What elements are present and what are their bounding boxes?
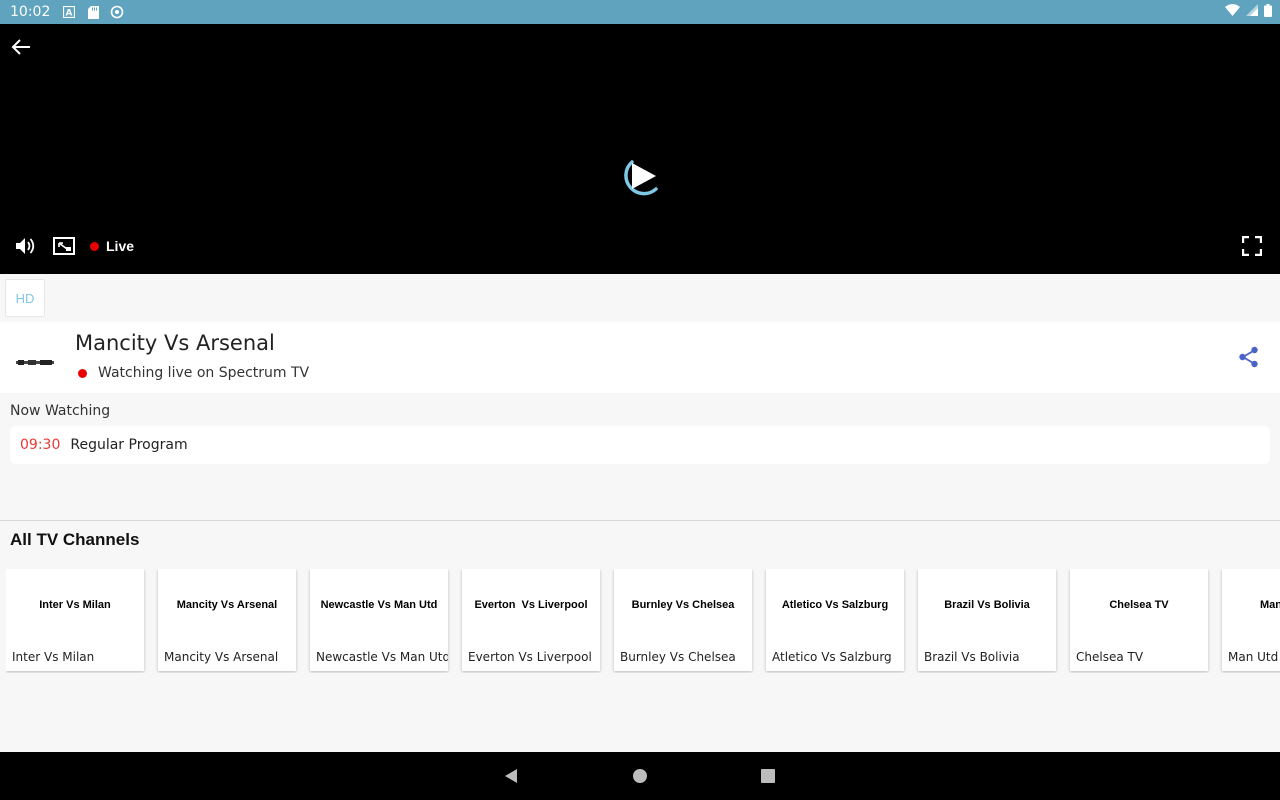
- channel-card[interactable]: Newcastle Vs Man Utd Newcastle Vs Man Ut…: [310, 569, 448, 671]
- channel-name: Inter Vs Milan: [12, 650, 95, 664]
- channel-title: Mancity Vs Arsenal: [75, 331, 275, 355]
- channel-thumb-text: Newcastle Vs Man Utd: [320, 599, 438, 611]
- channel-thumb-text: Everton Vs Liverpool: [474, 599, 588, 611]
- channel-thumbnail: Man: [1222, 569, 1280, 643]
- channel-list: Inter Vs Milan Inter Vs Milan Mancity Vs…: [6, 569, 1280, 673]
- channel-thumb-text: Atletico Vs Salzburg: [781, 599, 889, 611]
- channel-card[interactable]: Brazil Vs Bolivia Brazil Vs Bolivia: [918, 569, 1056, 671]
- channel-thumb-text: Burnley Vs Chelsea: [631, 599, 735, 611]
- channel-card[interactable]: Burnley Vs Chelsea Burnley Vs Chelsea: [614, 569, 752, 671]
- back-arrow-icon[interactable]: [10, 36, 36, 58]
- channel-name: Chelsea TV: [1076, 650, 1144, 664]
- channel-thumbnail: Everton Vs Liverpool: [462, 569, 600, 643]
- channel-thumbnail: Inter Vs Milan: [6, 569, 144, 643]
- picture-in-picture-icon[interactable]: [52, 235, 76, 257]
- channel-header: Mancity Vs Arsenal Watching live on Spec…: [0, 322, 1280, 393]
- a-notification-icon: A: [62, 5, 76, 19]
- nav-recents-icon[interactable]: [760, 768, 776, 784]
- live-label: Live: [106, 238, 135, 254]
- channel-name: Mancity Vs Arsenal: [164, 650, 279, 664]
- share-icon[interactable]: [1238, 346, 1260, 368]
- channel-name: Burnley Vs Chelsea: [620, 650, 736, 664]
- channel-thumbnail: Burnley Vs Chelsea: [614, 569, 752, 643]
- live-status-dot: [78, 368, 87, 378]
- nav-home-icon[interactable]: [632, 768, 648, 784]
- status-right-icons: [1225, 3, 1272, 21]
- wifi-icon: [1225, 4, 1240, 20]
- status-bar: 10:02 A: [0, 0, 1280, 24]
- program-row[interactable]: 09:30 Regular Program: [10, 426, 1270, 464]
- quality-hd-chip[interactable]: HD: [5, 279, 45, 317]
- channel-card[interactable]: Man Man Utd T: [1222, 569, 1280, 671]
- nav-back-icon[interactable]: [503, 768, 519, 784]
- channel-card[interactable]: Atletico Vs Salzburg Atletico Vs Salzbur…: [766, 569, 904, 671]
- channel-thumb-text: Chelsea TV: [1109, 599, 1169, 611]
- volume-icon[interactable]: [14, 235, 38, 257]
- channel-thumbnail: Mancity Vs Arsenal: [158, 569, 296, 643]
- fullscreen-icon[interactable]: [1241, 235, 1263, 257]
- channel-thumbnail: Newcastle Vs Man Utd: [310, 569, 448, 643]
- section-divider: [0, 520, 1280, 521]
- channel-thumbnail: Chelsea TV: [1070, 569, 1208, 643]
- channel-name: Man Utd T: [1228, 650, 1280, 664]
- play-loading-icon[interactable]: [614, 150, 664, 200]
- sd-card-icon: [86, 5, 100, 19]
- channel-thumbnail: Brazil Vs Bolivia: [918, 569, 1056, 643]
- channel-thumbnail: Atletico Vs Salzburg: [766, 569, 904, 643]
- quality-selector: HD: [0, 274, 1280, 322]
- navigation-bar: [0, 752, 1280, 800]
- battery-icon: [1264, 3, 1272, 21]
- svg-text:A: A: [66, 9, 73, 19]
- program-title: Regular Program: [70, 437, 188, 453]
- channel-name: Brazil Vs Bolivia: [924, 650, 1020, 664]
- status-time: 10:02: [10, 4, 51, 20]
- channel-logo: [16, 352, 54, 365]
- video-player[interactable]: Live: [0, 24, 1280, 274]
- channel-thumb-text: Mancity Vs Arsenal: [176, 599, 278, 611]
- player-controls: Live: [14, 234, 134, 258]
- now-watching-label: Now Watching: [10, 403, 111, 419]
- program-time: 09:30: [20, 437, 61, 453]
- live-indicator-dot: [90, 241, 99, 251]
- signal-icon: [1246, 4, 1258, 20]
- all-channels-title: All TV Channels: [10, 530, 140, 549]
- channel-card[interactable]: Chelsea TV Chelsea TV: [1070, 569, 1208, 671]
- live-status-text: Watching live on Spectrum TV: [98, 365, 310, 381]
- channel-thumb-text: Brazil Vs Bolivia: [944, 599, 1030, 611]
- channel-thumb-text: Man: [1260, 599, 1280, 611]
- channel-name: Atletico Vs Salzburg: [772, 650, 892, 664]
- channel-name: Everton Vs Liverpool: [468, 650, 592, 664]
- channel-card[interactable]: Inter Vs Milan Inter Vs Milan: [6, 569, 144, 671]
- channel-card[interactable]: Everton Vs Liverpool Everton Vs Liverpoo…: [462, 569, 600, 671]
- channel-name: Newcastle Vs Man Utd: [316, 650, 448, 664]
- sync-icon: [110, 5, 124, 19]
- channel-thumb-text: Inter Vs Milan: [39, 599, 111, 611]
- live-status-row: Watching live on Spectrum TV: [78, 365, 309, 381]
- channel-card[interactable]: Mancity Vs Arsenal Mancity Vs Arsenal: [158, 569, 296, 671]
